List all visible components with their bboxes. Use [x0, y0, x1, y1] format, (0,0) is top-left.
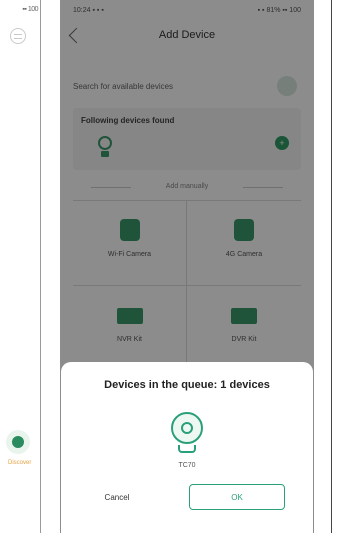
discover-tab-label: Discover: [8, 460, 32, 466]
ok-button[interactable]: OK: [189, 484, 285, 510]
camera-stand: [178, 445, 196, 453]
cancel-button[interactable]: Cancel: [87, 484, 147, 510]
camera-head: [171, 412, 203, 444]
dialog-title: Devices in the queue: 1 devices: [104, 379, 270, 391]
discover-icon: [12, 436, 24, 448]
left-status-text: ▪▪ 100: [22, 6, 38, 13]
discover-tab-icon[interactable]: [6, 430, 30, 454]
left-partial-screen: ▪▪ 100 Discover: [0, 0, 41, 533]
menu-icon[interactable]: [10, 28, 26, 44]
add-device-screen: 10:24 ▪ ▪ ▪ ▪ ▪ 81% ▪▪ 100 Add Device Se…: [60, 0, 314, 533]
right-divider: [331, 0, 332, 533]
device-model-label: TC70: [178, 462, 196, 469]
device-queue-dialog: Devices in the queue: 1 devices TC70 Can…: [61, 362, 313, 533]
camera-icon: [167, 412, 207, 456]
camera-lens: [181, 422, 193, 434]
